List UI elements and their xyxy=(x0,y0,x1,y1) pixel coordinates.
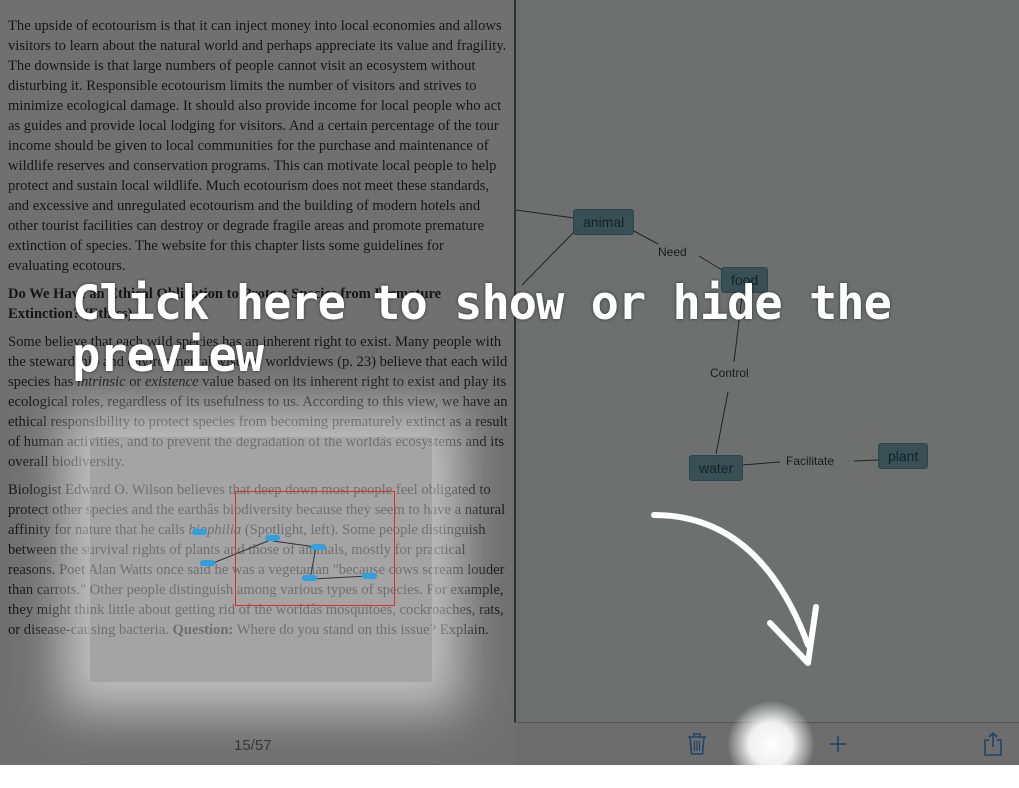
highlight-glow xyxy=(727,700,815,788)
plus-icon[interactable] xyxy=(825,731,851,757)
concept-node-water[interactable]: water xyxy=(689,455,744,481)
link-label-need[interactable]: Need xyxy=(656,245,689,259)
preview-node xyxy=(265,535,280,541)
concept-node-plant[interactable]: plant xyxy=(878,443,929,469)
preview-node xyxy=(192,529,207,535)
edge-line xyxy=(516,209,575,219)
page-indicator: 15/57 xyxy=(234,737,272,754)
tutorial-arrow-icon xyxy=(651,512,819,666)
link-label-facilitate[interactable]: Facilitate xyxy=(784,454,837,468)
trash-icon[interactable] xyxy=(684,731,710,757)
reader-paragraph: The upside of ecotourism is that it can … xyxy=(8,18,507,274)
preview-node xyxy=(311,544,326,550)
preview-node xyxy=(302,575,317,581)
edge-line xyxy=(853,459,879,462)
concept-node-animal[interactable]: animal xyxy=(573,209,635,235)
preview-node xyxy=(362,573,377,579)
edge-line xyxy=(698,255,723,271)
tutorial-tip-text: Click here to show or hide the preview xyxy=(72,276,892,383)
edge-line xyxy=(741,461,781,466)
preview-minimap[interactable] xyxy=(89,436,433,683)
edge-line xyxy=(715,391,729,455)
edge-line xyxy=(631,229,659,245)
preview-node xyxy=(200,560,215,566)
share-icon[interactable] xyxy=(980,731,1006,757)
